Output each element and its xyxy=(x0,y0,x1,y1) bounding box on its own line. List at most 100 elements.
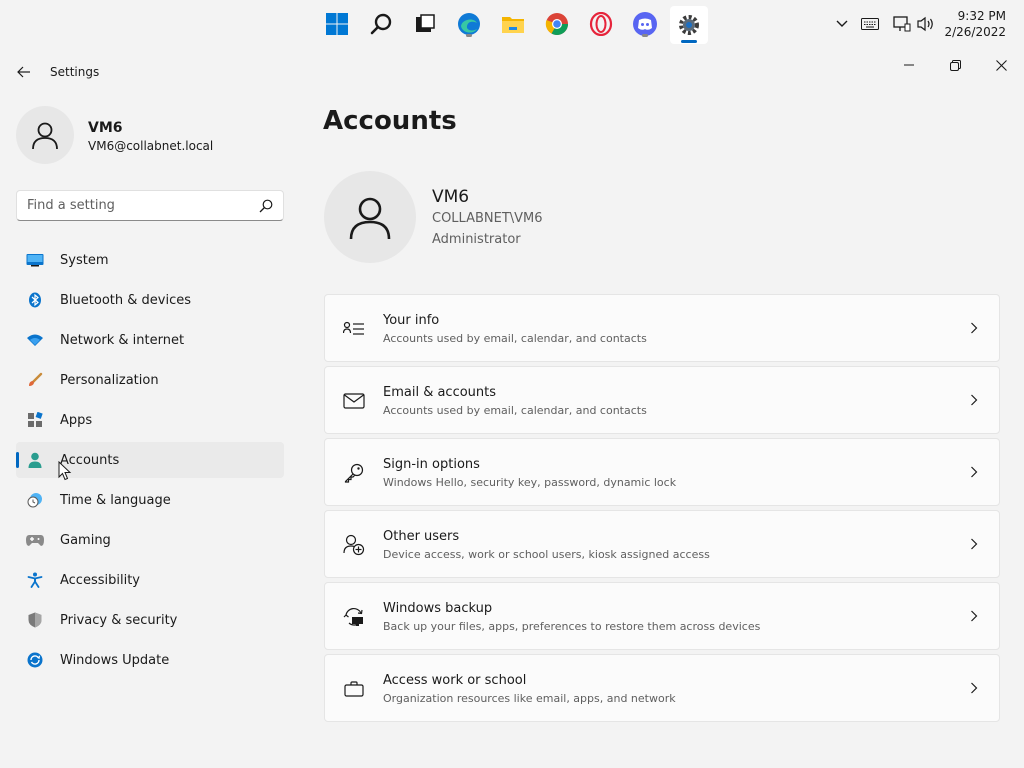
card-sign-in-options[interactable]: Sign-in options Windows Hello, security … xyxy=(324,438,1000,506)
globe-clock-icon xyxy=(26,491,44,509)
card-title: Email & accounts xyxy=(383,385,497,400)
accessibility-icon xyxy=(26,571,44,589)
task-view-icon[interactable] xyxy=(410,9,440,39)
clock-time: 9:32 PM xyxy=(957,9,1006,23)
chevron-right-icon xyxy=(969,465,979,479)
chevron-right-icon xyxy=(969,393,979,407)
card-subtitle: Windows Hello, security key, password, d… xyxy=(383,476,677,489)
sidebar-item-label: Personalization xyxy=(60,372,159,388)
sidebar-item-privacy-security[interactable]: Privacy & security xyxy=(16,602,284,638)
profile-email: VM6@collabnet.local xyxy=(88,139,214,153)
keyboard-icon[interactable] xyxy=(860,14,880,34)
card-email-accounts[interactable]: Email & accounts Accounts used by email,… xyxy=(324,366,1000,434)
person-icon xyxy=(26,451,44,469)
mail-icon xyxy=(343,390,365,412)
minimize-icon xyxy=(904,64,914,66)
close-button[interactable] xyxy=(983,55,1019,75)
info-list-icon xyxy=(343,318,365,340)
bluetooth-icon xyxy=(26,291,44,309)
settings-gear-icon[interactable] xyxy=(670,6,708,44)
sidebar-item-network[interactable]: Network & internet xyxy=(16,322,284,358)
user-icon xyxy=(349,197,391,240)
avatar xyxy=(16,106,74,164)
arrow-left-icon xyxy=(17,66,30,78)
apps-icon xyxy=(26,411,44,429)
sidebar-item-label: Time & language xyxy=(60,492,171,508)
chevron-right-icon xyxy=(969,609,979,623)
sidebar-item-accounts[interactable]: Accounts xyxy=(16,442,284,478)
briefcase-icon xyxy=(343,678,365,700)
user-icon xyxy=(32,122,58,150)
edge-icon[interactable] xyxy=(454,9,484,39)
brush-icon xyxy=(26,371,44,389)
search-icon[interactable] xyxy=(259,198,273,217)
card-subtitle: Accounts used by email, calendar, and co… xyxy=(383,404,647,417)
card-your-info[interactable]: Your info Accounts used by email, calend… xyxy=(324,294,1000,362)
back-button[interactable] xyxy=(14,62,34,82)
add-user-icon xyxy=(343,534,365,556)
card-windows-backup[interactable]: Windows backup Back up your files, apps,… xyxy=(324,582,1000,650)
page-title: Accounts xyxy=(323,106,457,136)
taskbar: 9:32 PM 2/26/2022 xyxy=(0,0,1024,50)
chevron-right-icon xyxy=(969,321,979,335)
card-access-work-school[interactable]: Access work or school Organization resou… xyxy=(324,654,1000,722)
sidebar-item-time-language[interactable]: Time & language xyxy=(16,482,284,518)
card-title: Your info xyxy=(383,313,440,328)
sidebar-item-apps[interactable]: Apps xyxy=(16,402,284,438)
sidebar-item-label: Network & internet xyxy=(60,332,185,348)
card-subtitle: Device access, work or school users, kio… xyxy=(383,548,710,561)
card-title: Sign-in options xyxy=(383,457,480,472)
discord-icon[interactable] xyxy=(630,9,660,39)
chevron-right-icon xyxy=(969,537,979,551)
opera-icon[interactable] xyxy=(586,9,616,39)
clock-date: 2/26/2022 xyxy=(944,25,1006,39)
chrome-icon[interactable] xyxy=(542,9,572,39)
taskbar-clock[interactable]: 9:32 PM 2/26/2022 xyxy=(944,8,1006,40)
mouse-cursor-icon xyxy=(58,460,72,485)
sidebar-item-label: System xyxy=(60,252,109,268)
chevron-right-icon xyxy=(969,681,979,695)
card-subtitle: Accounts used by email, calendar, and co… xyxy=(383,332,647,345)
window-title: Settings xyxy=(50,65,100,79)
sidebar-nav: System Bluetooth & devices Network & int… xyxy=(16,242,284,682)
active-indicator xyxy=(681,40,697,43)
wifi-icon xyxy=(26,331,44,349)
search-icon[interactable] xyxy=(366,9,396,39)
update-icon xyxy=(26,651,44,669)
card-subtitle: Back up your files, apps, preferences to… xyxy=(383,620,761,633)
sidebar-item-gaming[interactable]: Gaming xyxy=(16,522,284,558)
card-title: Access work or school xyxy=(383,673,527,688)
gamepad-icon xyxy=(26,531,44,549)
card-title: Other users xyxy=(383,529,460,544)
search-input[interactable] xyxy=(17,191,237,220)
card-title: Windows backup xyxy=(383,601,493,616)
restore-icon xyxy=(949,59,961,71)
file-explorer-icon[interactable] xyxy=(498,9,528,39)
sidebar-item-accessibility[interactable]: Accessibility xyxy=(16,562,284,598)
card-other-users[interactable]: Other users Device access, work or schoo… xyxy=(324,510,1000,578)
sidebar-item-label: Bluetooth & devices xyxy=(60,292,191,308)
account-domain: COLLABNET\VM6 xyxy=(432,211,543,226)
sidebar-item-personalization[interactable]: Personalization xyxy=(16,362,284,398)
search-box[interactable] xyxy=(16,190,284,221)
card-subtitle: Organization resources like email, apps,… xyxy=(383,692,676,705)
sidebar-item-windows-update[interactable]: Windows Update xyxy=(16,642,284,678)
sidebar-item-bluetooth[interactable]: Bluetooth & devices xyxy=(16,282,284,318)
user-profile[interactable]: VM6 VM6@collabnet.local xyxy=(16,106,213,164)
sidebar-item-label: Privacy & security xyxy=(60,612,178,628)
restore-button[interactable] xyxy=(937,55,973,75)
volume-icon[interactable] xyxy=(916,14,936,34)
account-name: VM6 xyxy=(432,187,470,207)
sidebar-item-label: Apps xyxy=(60,412,93,428)
key-icon xyxy=(343,462,365,484)
account-avatar xyxy=(324,171,416,263)
backup-icon xyxy=(343,606,365,628)
network-icon[interactable] xyxy=(892,14,912,34)
minimize-button[interactable] xyxy=(891,55,927,75)
chevron-up-icon[interactable] xyxy=(834,14,850,34)
windows-start-icon[interactable] xyxy=(322,9,352,39)
running-indicator xyxy=(466,34,472,37)
close-icon xyxy=(995,59,1007,71)
sidebar-item-system[interactable]: System xyxy=(16,242,284,278)
running-indicator xyxy=(642,34,648,37)
